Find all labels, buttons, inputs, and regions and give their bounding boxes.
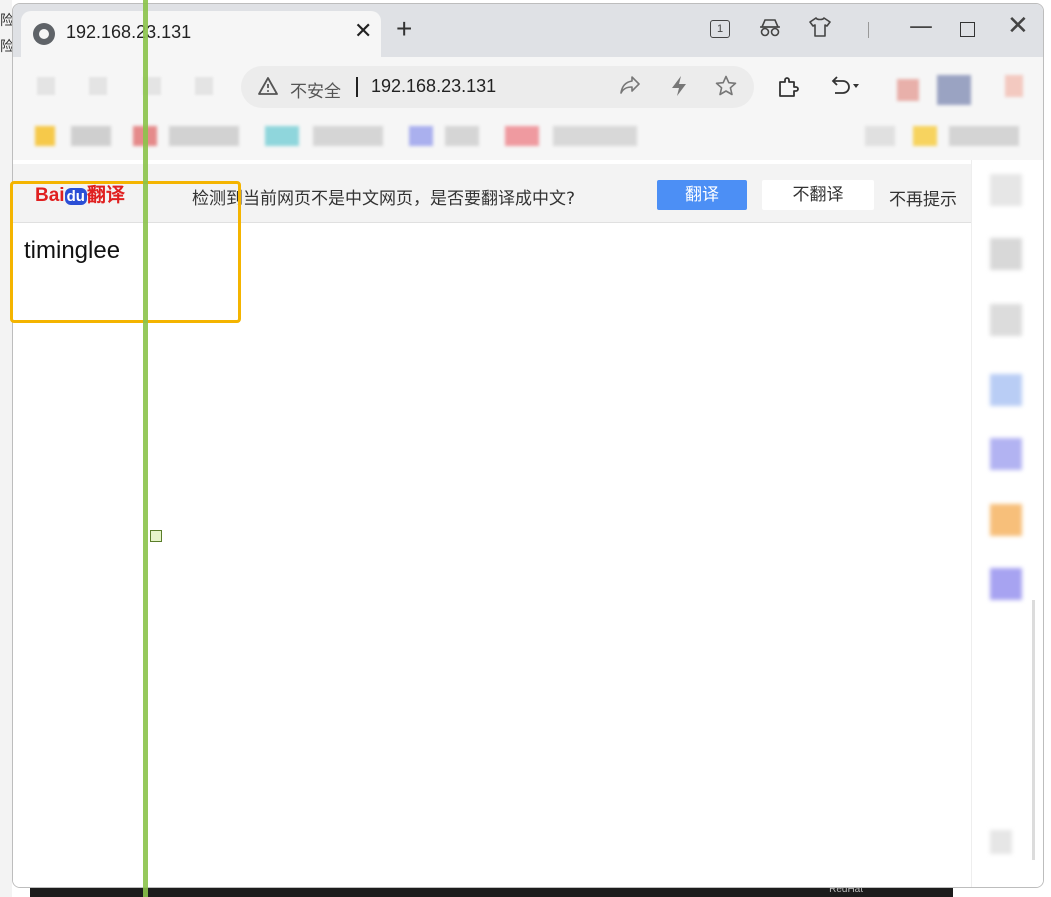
no-translate-button[interactable]: 不翻译 <box>762 180 874 210</box>
url-text[interactable]: 192.168.23.131 <box>371 76 496 97</box>
sidebar-icon[interactable] <box>990 174 1022 206</box>
close-window-button[interactable]: ✕ <box>1007 11 1029 41</box>
lightning-icon[interactable] <box>669 75 689 102</box>
security-label[interactable]: 不安全 <box>290 77 341 102</box>
star-icon[interactable] <box>715 75 737 102</box>
warning-icon[interactable] <box>258 77 278 100</box>
browser-tab[interactable]: 192.168.23.131 ✕ <box>21 11 381 57</box>
translate-message: 检测到当前网页不是中文网页，是否要翻译成中文? <box>192 189 576 209</box>
bookmark-item[interactable] <box>865 126 895 146</box>
puzzle-icon[interactable] <box>776 75 800 104</box>
back-icon[interactable] <box>37 77 55 95</box>
minimize-button[interactable]: — <box>909 12 933 40</box>
bookmark-item[interactable] <box>409 126 433 146</box>
address-bar[interactable]: 不安全 192.168.23.131 <box>241 66 754 108</box>
sidebar-icon[interactable] <box>990 374 1022 406</box>
sidebar-icon[interactable] <box>990 238 1022 270</box>
maximize-button[interactable] <box>960 22 975 37</box>
browser-window: 192.168.23.131 ✕ + 1 — ✕ 不安全 192.168.23.… <box>12 3 1044 888</box>
never-prompt-button[interactable]: 不再提示 <box>889 185 957 210</box>
title-bar: 192.168.23.131 ✕ + 1 — ✕ <box>13 4 1043 57</box>
bookmarks-bar <box>13 112 1043 160</box>
menu-icon[interactable] <box>1005 75 1023 97</box>
sidebar-scrollbar[interactable] <box>1032 600 1035 860</box>
sidebar-settings-icon[interactable] <box>990 830 1012 854</box>
guide-handle[interactable] <box>150 530 162 542</box>
undo-icon[interactable] <box>829 75 863 102</box>
translate-button[interactable]: 翻译 <box>657 180 747 210</box>
sidebar-icon[interactable] <box>990 304 1022 336</box>
tab-close-icon[interactable]: ✕ <box>354 19 372 44</box>
bookmark-item[interactable] <box>313 126 383 146</box>
shirt-icon[interactable] <box>809 17 831 42</box>
bookmark-item[interactable] <box>265 126 299 146</box>
tab-count-icon[interactable]: 1 <box>710 20 730 38</box>
tab-title: 192.168.23.131 <box>66 22 192 42</box>
address-divider <box>356 77 358 97</box>
navigation-toolbar: 不安全 192.168.23.131 <box>13 57 1043 112</box>
bookmark-item[interactable] <box>71 126 111 146</box>
toolbar-divider <box>868 22 869 38</box>
right-sidebar <box>971 160 1043 887</box>
bookmark-folder-icon[interactable] <box>913 126 937 146</box>
bookmark-item[interactable] <box>445 126 479 146</box>
sidebar-icon[interactable] <box>990 438 1022 470</box>
desktop-left-strip: 险 险 <box>0 0 14 897</box>
highlight-box <box>10 181 241 323</box>
bookmark-item[interactable] <box>169 126 239 146</box>
guide-line <box>143 0 148 897</box>
forward-icon[interactable] <box>89 77 107 95</box>
new-tab-button[interactable]: + <box>396 13 412 45</box>
incognito-icon[interactable] <box>759 18 781 43</box>
home-icon[interactable] <box>195 77 213 95</box>
bookmark-item[interactable] <box>505 126 539 146</box>
browser-logo-icon <box>33 23 55 45</box>
bookmark-item[interactable] <box>553 126 637 146</box>
sidebar-icon[interactable] <box>990 504 1022 536</box>
sidebar-icon[interactable] <box>990 568 1022 600</box>
avatar-icon[interactable] <box>897 79 919 101</box>
bookmark-star-icon[interactable] <box>35 126 55 146</box>
share-icon[interactable] <box>619 75 641 100</box>
extension-icon[interactable] <box>937 75 971 105</box>
bookmark-item[interactable] <box>949 126 1019 146</box>
